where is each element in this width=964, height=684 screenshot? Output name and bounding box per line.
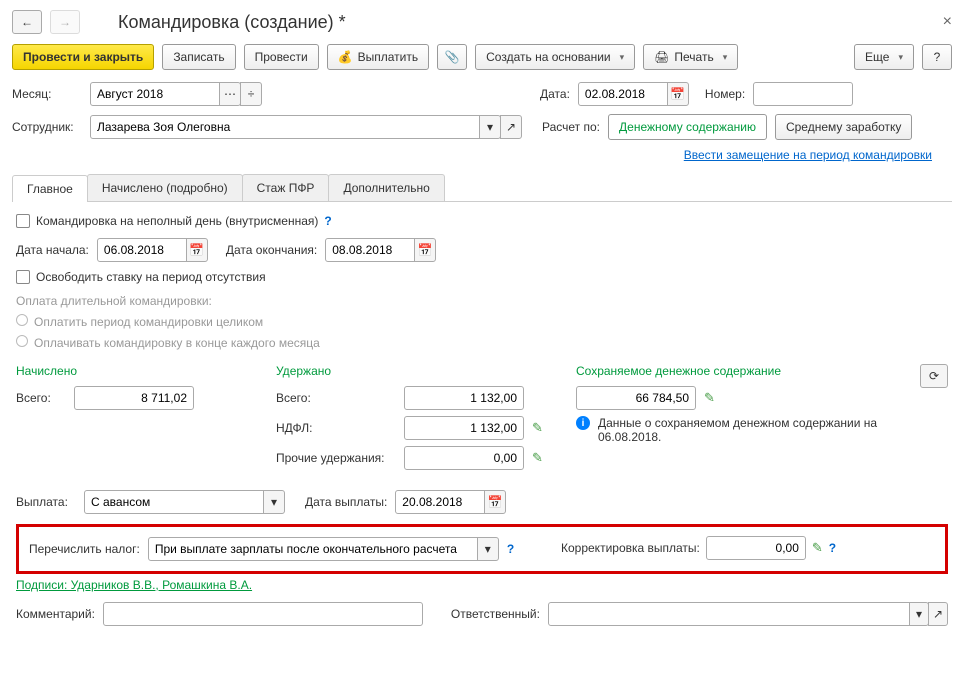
- other-withheld-input[interactable]: [404, 446, 524, 470]
- month-input[interactable]: [90, 82, 220, 106]
- print-button[interactable]: 🖨 Печать: [643, 44, 738, 70]
- substitution-link[interactable]: Ввести замещение на период командировки: [684, 148, 932, 162]
- tax-label: Перечислить налог:: [29, 542, 140, 556]
- responsible-input[interactable]: [548, 602, 910, 626]
- pay-whole-radio: [16, 314, 28, 326]
- tax-help-icon[interactable]: ?: [507, 542, 514, 556]
- saved-head: Сохраняемое денежное содержание: [576, 364, 878, 378]
- attach-button[interactable]: 📎: [437, 44, 467, 70]
- number-label: Номер:: [705, 87, 745, 101]
- tab-main[interactable]: Главное: [12, 175, 88, 202]
- correction-label: Корректировка выплаты:: [561, 541, 700, 555]
- signatures-link[interactable]: Подписи: Ударников В.В., Ромашкина В.А.: [16, 578, 252, 592]
- month-stepper-icon[interactable]: ÷: [240, 82, 262, 106]
- responsible-label: Ответственный:: [451, 607, 540, 621]
- number-input[interactable]: [753, 82, 853, 106]
- release-rate-checkbox[interactable]: [16, 270, 30, 284]
- ndfl-label: НДФЛ:: [276, 421, 396, 435]
- start-date-calendar-icon[interactable]: 📅: [186, 238, 208, 262]
- nav-back-button[interactable]: ←: [12, 10, 42, 34]
- pay-date-input[interactable]: [395, 490, 485, 514]
- tax-dropdown-icon[interactable]: ▾: [477, 537, 499, 561]
- tab-pfr[interactable]: Стаж ПФР: [242, 174, 330, 201]
- help-button[interactable]: ?: [922, 44, 952, 70]
- write-button[interactable]: Записать: [162, 44, 235, 70]
- long-trip-label: Оплата длительной командировки:: [16, 294, 948, 308]
- refresh-button[interactable]: ⟳: [920, 364, 948, 388]
- tax-select[interactable]: [148, 537, 478, 561]
- payment-dropdown-icon[interactable]: ▾: [263, 490, 285, 514]
- pay-date-label: Дата выплаты:: [305, 495, 387, 509]
- page-title: Командировка (создание) *: [118, 12, 346, 33]
- accrued-total-label: Всего:: [16, 391, 66, 405]
- partial-day-checkbox[interactable]: [16, 214, 30, 228]
- correction-edit-icon[interactable]: ✎: [812, 540, 823, 556]
- employee-input[interactable]: [90, 115, 480, 139]
- month-picker-icon[interactable]: ⋯: [219, 82, 241, 106]
- withheld-total-label: Всего:: [276, 391, 396, 405]
- partial-day-label: Командировка на неполный день (внутрисме…: [36, 214, 318, 228]
- employee-label: Сотрудник:: [12, 120, 82, 134]
- create-based-button[interactable]: Создать на основании: [475, 44, 635, 70]
- tab-accrued[interactable]: Начислено (подробно): [87, 174, 243, 201]
- release-rate-label: Освободить ставку на период отсутствия: [36, 270, 266, 284]
- pay-monthly-label: Оплачивать командировку в конце каждого …: [34, 336, 320, 350]
- end-date-label: Дата окончания:: [226, 243, 317, 257]
- post-button[interactable]: Провести: [244, 44, 319, 70]
- calc-by-avg-button[interactable]: Среднему заработку: [775, 114, 912, 140]
- pay-monthly-radio: [16, 335, 28, 347]
- employee-open-icon[interactable]: ↗: [500, 115, 522, 139]
- responsible-open-icon[interactable]: ↗: [928, 602, 948, 626]
- date-label: Дата:: [540, 87, 570, 101]
- date-input[interactable]: [578, 82, 668, 106]
- close-icon[interactable]: ×: [943, 13, 952, 31]
- withheld-head: Удержано: [276, 364, 546, 378]
- correction-input[interactable]: [706, 536, 806, 560]
- comment-input[interactable]: [103, 602, 423, 626]
- month-label: Месяц:: [12, 87, 82, 101]
- nav-forward-button[interactable]: →: [50, 10, 80, 34]
- withheld-total-input[interactable]: [404, 386, 524, 410]
- more-button[interactable]: Еще: [854, 44, 914, 70]
- calc-by-money-button[interactable]: Денежному содержанию: [608, 114, 767, 140]
- start-date-input[interactable]: [97, 238, 187, 262]
- saved-value-input[interactable]: [576, 386, 696, 410]
- tab-extra[interactable]: Дополнительно: [328, 174, 444, 201]
- pay-date-calendar-icon[interactable]: 📅: [484, 490, 506, 514]
- correction-help-icon[interactable]: ?: [829, 541, 836, 555]
- comment-label: Комментарий:: [16, 607, 95, 621]
- ndfl-input[interactable]: [404, 416, 524, 440]
- calc-by-label: Расчет по:: [542, 120, 600, 134]
- other-withheld-label: Прочие удержания:: [276, 451, 396, 465]
- ndfl-edit-icon[interactable]: ✎: [532, 420, 543, 436]
- print-icon: 🖨: [654, 50, 669, 64]
- clip-icon: 📎: [445, 50, 460, 64]
- saved-edit-icon[interactable]: ✎: [704, 390, 715, 406]
- end-date-calendar-icon[interactable]: 📅: [414, 238, 436, 262]
- date-calendar-icon[interactable]: 📅: [667, 82, 689, 106]
- employee-dropdown-icon[interactable]: ▾: [479, 115, 501, 139]
- other-edit-icon[interactable]: ✎: [532, 450, 543, 466]
- pay-whole-label: Оплатить период командировки целиком: [34, 315, 263, 329]
- pay-icon: 💰: [338, 50, 353, 64]
- saved-info-text: Данные о сохраняемом денежном содержании…: [598, 416, 878, 444]
- pay-button[interactable]: 💰 Выплатить: [327, 44, 429, 70]
- partial-day-help-icon[interactable]: ?: [324, 214, 331, 228]
- start-date-label: Дата начала:: [16, 243, 89, 257]
- responsible-dropdown-icon[interactable]: ▾: [909, 602, 929, 626]
- end-date-input[interactable]: [325, 238, 415, 262]
- info-icon: i: [576, 416, 590, 430]
- accrued-head: Начислено: [16, 364, 246, 378]
- payment-select[interactable]: [84, 490, 264, 514]
- payment-label: Выплата:: [16, 495, 76, 509]
- post-and-close-button[interactable]: Провести и закрыть: [12, 44, 154, 70]
- accrued-total-input[interactable]: [74, 386, 194, 410]
